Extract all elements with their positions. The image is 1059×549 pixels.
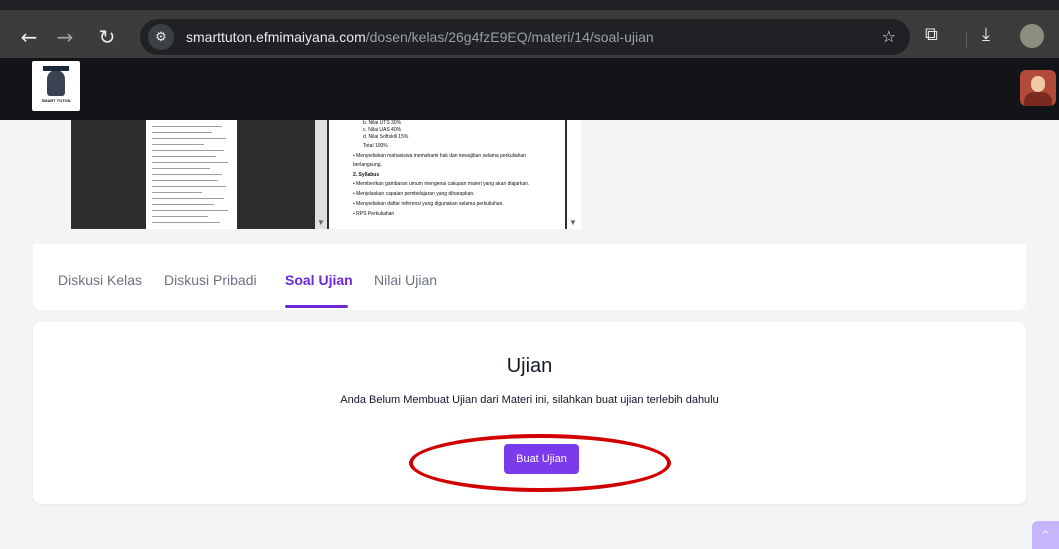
tab-diskusi-pribadi[interactable]: Diskusi Pribadi	[164, 272, 257, 288]
doc-line: d. Nilai Softskill 15%	[363, 134, 409, 140]
text-line	[152, 210, 228, 211]
logo-text: SMART TUTON	[41, 97, 71, 103]
doc-line: c. Nilai UAS 40%	[363, 127, 402, 133]
scrollbar[interactable]: ▼	[315, 120, 327, 229]
app-logo[interactable]: SMART TUTON	[32, 61, 80, 111]
browser-toolbar: ← → ↻ ⚙ smarttuton.efmimaiyana.com/dosen…	[0, 0, 1059, 58]
doc-line: • Menyediakan daftar referensi yang digu…	[353, 201, 504, 207]
text-line	[152, 186, 226, 187]
address-bar[interactable]: ⚙ smarttuton.efmimaiyana.com/dosen/kelas…	[140, 19, 910, 55]
text-line	[152, 144, 204, 145]
document-preview-right[interactable]: b. Nilai UTS 30% c. Nilai UAS 40% d. Nil…	[327, 120, 567, 229]
url-text[interactable]: smarttuton.efmimaiyana.com/dosen/kelas/2…	[186, 29, 654, 45]
text-line	[152, 138, 226, 139]
doc-line: • Menyediakan mahasiswa memahami hak dan…	[353, 153, 526, 159]
tab-soal-ujian[interactable]: Soal Ujian	[285, 272, 353, 288]
scroll-to-top-button[interactable]: ^	[1032, 521, 1059, 549]
logo-mascot-icon	[43, 65, 69, 96]
active-tab-indicator	[285, 305, 348, 308]
text-line	[152, 174, 222, 175]
text-line	[152, 126, 222, 127]
forward-arrow-icon[interactable]: →	[50, 22, 80, 52]
toolbar-divider	[966, 32, 967, 48]
text-line	[152, 204, 214, 205]
reload-icon[interactable]: ↻	[92, 22, 122, 52]
text-line	[152, 162, 228, 163]
profile-icon[interactable]	[1020, 24, 1044, 48]
tabs-container: Diskusi Kelas Diskusi Pribadi Soal Ujian…	[33, 244, 1026, 310]
tab-diskusi-kelas[interactable]: Diskusi Kelas	[58, 272, 142, 288]
site-info-icon[interactable]: ⚙	[148, 24, 174, 50]
tab-nilai-ujian[interactable]: Nilai Ujian	[374, 272, 437, 288]
doc-line: berlangsung.	[353, 162, 382, 168]
doc-line: b. Nilai UTS 30%	[363, 120, 402, 126]
ujian-description: Anda Belum Membuat Ujian dari Materi ini…	[340, 394, 719, 406]
document-page-thumbnail	[146, 120, 237, 229]
app-header: SMART TUTON	[0, 58, 1059, 120]
doc-line: Total 100%	[363, 143, 388, 149]
text-line	[152, 150, 224, 151]
ujian-title: Ujian	[506, 355, 553, 377]
avatar-face	[1031, 76, 1045, 92]
highlight-annotation	[409, 434, 671, 492]
download-icon[interactable]: ⤓	[982, 24, 990, 45]
text-line	[152, 216, 208, 217]
back-arrow-icon[interactable]: ←	[14, 22, 44, 52]
url-path: /dosen/kelas/26g4fzE9EQ/materi/14/soal-u…	[365, 29, 654, 45]
star-icon[interactable]: ☆	[882, 27, 896, 46]
scroll-down-icon[interactable]: ▼	[569, 218, 577, 227]
avatar-body	[1024, 92, 1052, 106]
text-line	[152, 168, 210, 169]
doc-line: • Memberikan gambaran umum mengenai caku…	[353, 181, 530, 187]
text-line	[152, 132, 212, 133]
doc-line: • Menjelaskan capaian pembelajaran yang …	[353, 191, 475, 197]
url-host: smarttuton.efmimaiyana.com	[186, 29, 366, 45]
user-avatar[interactable]	[1020, 70, 1056, 106]
text-line	[152, 222, 220, 223]
doc-line: • RPS Perkuliahan	[353, 211, 395, 217]
document-preview-left[interactable]: ▼	[71, 120, 327, 229]
text-line	[152, 180, 218, 181]
text-line	[152, 198, 224, 199]
text-line	[152, 192, 202, 193]
doc-line: 2. Syllabus	[353, 172, 380, 178]
scroll-down-icon[interactable]: ▼	[317, 218, 325, 227]
text-line	[152, 156, 216, 157]
extensions-icon[interactable]: ⧉	[925, 24, 938, 45]
scrollbar[interactable]: ▼	[567, 120, 581, 229]
